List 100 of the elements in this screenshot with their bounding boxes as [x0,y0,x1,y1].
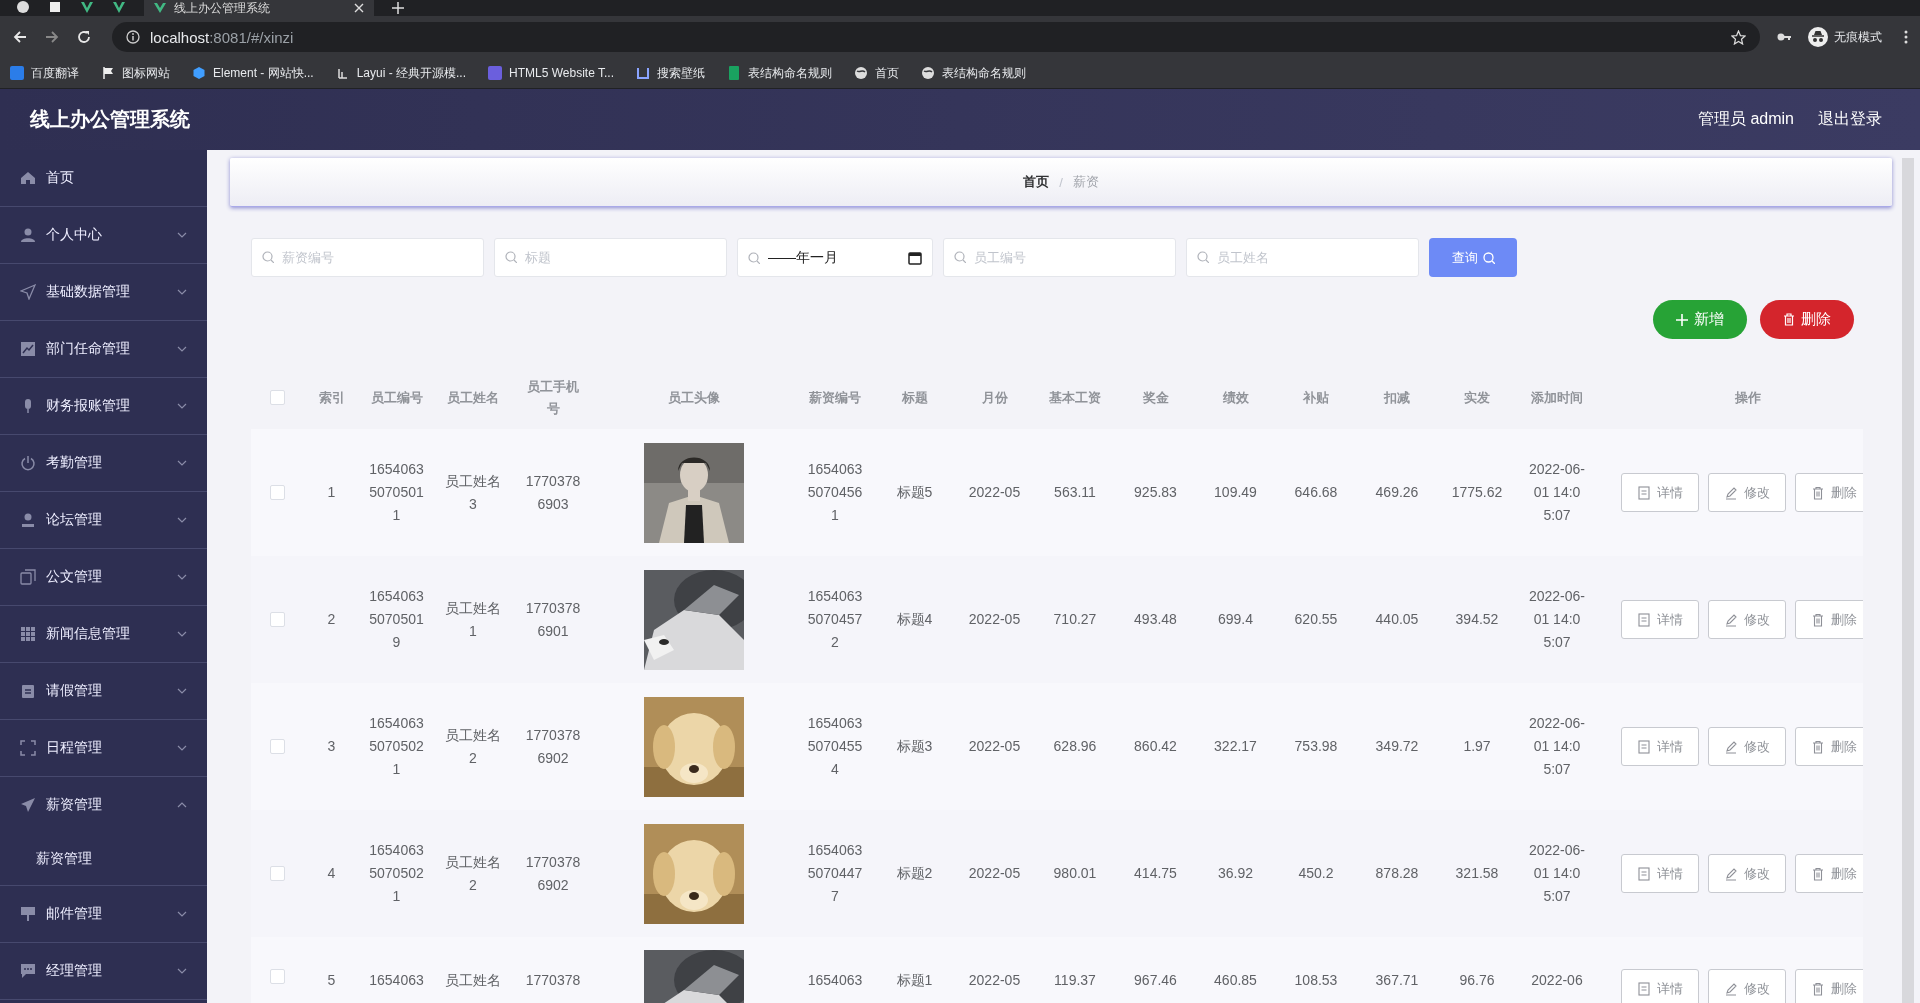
table-cell-text: 1.97 [1463,737,1491,756]
bookmark[interactable]: HTML5 Website T... [488,66,614,80]
column-header: 绩效 [1222,388,1249,407]
sidebar-subitem[interactable]: 薪资管理 [0,833,207,885]
table-cell-text: 165406350705011 [368,460,425,525]
search-icon [1197,251,1209,263]
table-cell-text: 165406350704561 [806,460,864,525]
page-icon[interactable] [48,0,62,14]
more-icon[interactable] [1904,29,1908,45]
table-cell-text: 2022-06-01 14:05:07 [1528,587,1586,652]
forward-icon[interactable] [44,29,60,45]
table-cell-text: 2022-06-01 14:05:07 [1528,841,1586,906]
sidebar-item[interactable]: 请假管理 [0,663,207,719]
table-cell-text: 460.85 [1214,971,1257,990]
bookmark[interactable]: 首页 [854,64,899,82]
table-cell-text: 450.2 [1298,864,1334,883]
sidebar-item[interactable]: 财务报账管理 [0,378,207,434]
column-header: 添加时间 [1531,388,1583,407]
sidebar-item[interactable]: 个人中心 [0,207,207,263]
search-field[interactable]: 薪资编号 [251,238,484,277]
checkbox[interactable] [269,969,285,984]
table-cell-text: 员工姓名1 [444,598,502,641]
document-icon [1637,981,1651,996]
bookmark[interactable]: Element - 网站快... [192,64,314,82]
column-header: 标题 [901,388,928,407]
sign-icon [20,906,36,922]
bookmark[interactable]: 图标网站 [101,64,170,82]
search-field[interactable]: 员工姓名 [1186,238,1419,277]
breadcrumb-item: 薪资 [1072,173,1099,191]
calendar-icon[interactable] [908,250,922,265]
checkbox[interactable] [269,866,285,881]
column-header: 员工编号 [370,388,423,407]
month-field[interactable]: ——年一月 [737,238,933,277]
copy-icon [20,569,36,585]
navigation-icon [20,284,36,300]
delete-button[interactable]: 删除 [1760,300,1854,339]
sidebar-item[interactable]: 考勤管理 [0,435,207,491]
sidebar-item[interactable]: 经理管理 [0,943,207,999]
address-field[interactable]: localhost:8081/#/xinzi [112,22,1760,52]
bookmark[interactable]: 搜索壁纸 [636,64,705,82]
table-cell-text: 878.28 [1375,864,1419,883]
table-cell-text: 493.48 [1134,610,1177,629]
trash-icon [1783,313,1795,326]
table-cell-text: 员工姓名2 [444,852,502,895]
search-icon [954,251,966,263]
checkbox[interactable] [269,390,285,405]
browser-tab[interactable]: 线上办公管理系统 [144,0,374,16]
table-cell-text: 440.05 [1375,610,1419,629]
back-icon[interactable] [12,29,28,45]
table-cell-text: 96.76 [1459,971,1495,990]
v-logo-icon[interactable] [112,0,126,14]
table-cell-text: 17703786903 [524,471,582,514]
new-tab-icon[interactable] [392,2,404,14]
search-field[interactable]: 员工编号 [943,238,1176,277]
reload-icon[interactable] [76,29,92,45]
tab-title: 线上办公管理系统 [174,0,271,16]
document-icon [1637,612,1651,627]
document-icon [1637,866,1651,881]
column-header: 员工姓名 [447,388,499,407]
sidebar-item[interactable]: 邮件管理 [0,886,207,942]
sidebar-item[interactable]: 日程管理 [0,720,207,776]
user-icon [20,227,36,243]
chart-icon [20,341,36,357]
sidebar-item[interactable]: 论坛管理 [0,492,207,548]
table-cell-text: 员工姓名 [445,971,501,990]
bookmark[interactable]: 表结构命名规则 [727,64,832,82]
table-cell-text: 1 [327,483,336,502]
column-header: 操作 [1735,388,1761,407]
sidebar-item[interactable]: 公文管理 [0,549,207,605]
checkbox[interactable] [269,485,285,500]
star-icon[interactable] [1731,29,1746,45]
table-cell-text: 2022-05 [968,610,1021,629]
column-header: 索引 [318,388,345,407]
table-cell-text: 标题5 [896,483,933,502]
logout-link[interactable]: 退出登录 [1818,109,1882,130]
sidebar-item[interactable]: 薪资管理 [0,777,207,833]
incognito-button[interactable]: 无痕模式 [1808,27,1888,47]
scrollbar[interactable] [1902,158,1914,1003]
table-cell-text: 967.46 [1134,971,1177,990]
search-field[interactable]: 标题 [494,238,727,277]
sheet-icon [727,66,741,80]
breadcrumb-item[interactable]: 首页 [1023,173,1050,191]
table-cell-text: 17703786901 [524,598,582,641]
table-cell-text: 349.72 [1375,737,1419,756]
bookmark[interactable]: Layui - 经典开源模... [335,64,467,82]
checkbox[interactable] [269,739,285,754]
app-title: 线上办公管理系统 [30,107,190,132]
sidebar-item[interactable]: 新闻信息管理 [0,606,207,662]
close-icon[interactable] [354,3,364,13]
table-cell-text: 753.98 [1294,737,1338,756]
sidebar-item[interactable]: 首页 [0,150,207,206]
sidebar-item[interactable]: 基础数据管理 [0,264,207,320]
bookmark[interactable]: 百度翻译 [10,64,79,82]
sidebar-item[interactable]: 部门任命管理 [0,321,207,377]
v-logo-icon[interactable] [80,0,94,14]
table-cell-text: 3 [327,737,336,756]
table-cell-text: 108.53 [1294,971,1338,990]
table-cell-text: 165406350704572 [806,587,864,652]
bookmark[interactable]: 表结构命名规则 [921,64,1026,82]
checkbox[interactable] [269,612,285,627]
